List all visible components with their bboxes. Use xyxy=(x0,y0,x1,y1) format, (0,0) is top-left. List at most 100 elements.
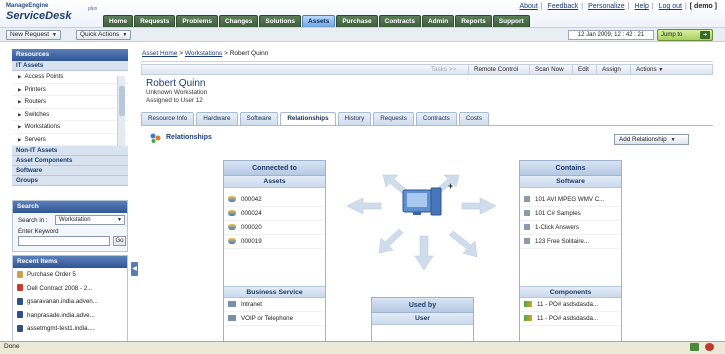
actions-dropdown[interactable]: Actions ▼ xyxy=(630,65,668,74)
sidebar-item-access-points[interactable]: ▶ Access Points xyxy=(12,71,128,84)
sidebar-item-printers[interactable]: ▶ Printers xyxy=(12,84,128,96)
add-relationship-button[interactable]: Add Relationship ▼ xyxy=(614,134,689,145)
quick-actions-label: Quick Actions xyxy=(80,31,120,38)
jump-arrow-icon: ➜ xyxy=(700,31,710,39)
list-item[interactable]: 101 C# Samples xyxy=(520,207,621,221)
resources-header: Resources xyxy=(12,49,128,61)
tab-contracts[interactable]: Contracts xyxy=(415,112,457,125)
nav-tab-support[interactable]: Support xyxy=(492,15,530,27)
user-header: User xyxy=(372,313,473,325)
nav-tab-home[interactable]: Home xyxy=(103,15,134,27)
triangle-right-icon: ▶ xyxy=(18,111,22,117)
service-icon xyxy=(228,315,236,322)
datetime-display: 12 Jan 2009, 12 : 42 : 21 xyxy=(568,30,654,40)
help-link[interactable]: Help xyxy=(634,3,648,10)
recent-item[interactable]: hanprasade.india.adve... xyxy=(13,309,127,323)
recent-item[interactable]: Purchase Order 5 xyxy=(13,268,127,282)
current-user: [ demo ] xyxy=(689,3,717,10)
tab-requests[interactable]: Requests xyxy=(373,112,414,125)
scrollbar-thumb[interactable] xyxy=(119,86,125,116)
sidebar-scrollbar[interactable] xyxy=(117,76,125,146)
feedback-link[interactable]: Feedback xyxy=(548,3,579,10)
nav-tab-admin[interactable]: Admin xyxy=(421,15,455,27)
logo-manageengine: ManageEngine xyxy=(6,3,49,9)
tab-hardware[interactable]: Hardware xyxy=(196,112,238,125)
sidebar-item-routers[interactable]: ▶ Routers xyxy=(12,96,128,109)
list-item[interactable]: 11 - PO# asdsdasda... xyxy=(520,312,621,326)
keyword-input[interactable] xyxy=(18,236,110,246)
non-it-assets-category[interactable]: Non-IT Assets xyxy=(12,146,128,156)
list-item[interactable]: 1-Click Answers xyxy=(520,221,621,235)
tab-resource-info[interactable]: Resource Info xyxy=(141,112,195,125)
tab-relationships[interactable]: Relationships xyxy=(280,112,336,126)
asset-components-category[interactable]: Asset Components xyxy=(12,156,128,166)
nav-tab-assets[interactable]: Assets xyxy=(302,15,336,27)
list-item[interactable]: 000042 xyxy=(224,193,325,207)
recent-item[interactable]: assetmgmt-test1.india.... xyxy=(13,322,127,336)
nav-tab-solutions[interactable]: Solutions xyxy=(259,15,302,27)
recent-item[interactable]: gsaravanan.india.adven... xyxy=(13,295,127,309)
chevron-down-icon: ▼ xyxy=(122,32,128,38)
assets-header: Assets xyxy=(224,176,325,188)
sidebar-item-switches[interactable]: ▶ Switches xyxy=(12,109,128,121)
list-item[interactable]: VOIP or Telephone xyxy=(224,312,325,326)
tab-software[interactable]: Software xyxy=(239,112,279,125)
nav-tab-requests[interactable]: Requests xyxy=(134,15,176,27)
arrow-down-icon xyxy=(414,235,434,271)
workstation-icon xyxy=(402,187,442,216)
plus-icon[interactable]: + xyxy=(448,181,453,191)
asset-icon xyxy=(228,238,236,245)
asset-icon xyxy=(228,196,236,203)
tab-costs[interactable]: Costs xyxy=(458,112,489,125)
nav-tab-changes[interactable]: Changes xyxy=(218,15,259,27)
recent-items-header: Recent Items xyxy=(13,256,127,268)
list-item[interactable]: 000020 xyxy=(224,221,325,235)
breadcrumb: Asset Home > Workstations > Robert Quinn xyxy=(142,50,269,57)
remote-control-button[interactable]: Remote Control xyxy=(468,65,523,74)
go-button[interactable]: Go xyxy=(113,236,126,246)
nav-tab-purchase[interactable]: Purchase xyxy=(336,15,378,27)
triangle-right-icon: ▶ xyxy=(18,74,22,79)
software-category[interactable]: Software xyxy=(12,166,128,176)
list-item[interactable]: 11 - PO# asdsdasda... xyxy=(520,298,621,312)
recent-item[interactable]: Dell Contract 2008 - 2... xyxy=(13,282,127,296)
about-link[interactable]: About xyxy=(519,3,537,10)
new-request-dropdown[interactable]: New Request ▼ xyxy=(6,30,61,40)
list-item[interactable]: 123 Free Solitaire... xyxy=(520,235,621,249)
browser-status-bar xyxy=(0,341,725,354)
recent-items-panel: Recent Items Purchase Order 5 Dell Contr… xyxy=(12,255,128,343)
sidebar-item-workstations[interactable]: ▶ Workstations xyxy=(12,121,128,134)
tasks-button[interactable]: Tasks >> xyxy=(426,65,461,74)
breadcrumb-asset-home[interactable]: Asset Home xyxy=(142,50,177,57)
assign-button[interactable]: Assign xyxy=(596,65,626,74)
edit-button[interactable]: Edit xyxy=(572,65,594,74)
used-by-box: Used by User xyxy=(371,297,474,344)
asset-assigned: Assigned to User 12 xyxy=(146,97,203,104)
sidebar-item-servers[interactable]: ▶ Servers xyxy=(12,134,128,146)
logout-link[interactable]: Log out xyxy=(659,3,682,10)
new-request-label: New Request xyxy=(10,31,50,38)
personalize-link[interactable]: Personalize xyxy=(588,3,625,10)
scan-now-button[interactable]: Scan Now xyxy=(529,65,569,74)
nav-tab-problems[interactable]: Problems xyxy=(176,15,218,27)
quick-actions-dropdown[interactable]: Quick Actions ▼ xyxy=(76,30,132,40)
tab-history[interactable]: History xyxy=(337,112,372,125)
list-item[interactable]: Intranet xyxy=(224,298,325,312)
nav-tab-contracts[interactable]: Contracts xyxy=(378,15,421,27)
asset-action-bar: Tasks >> Remote Control Scan Now Edit As… xyxy=(141,64,713,75)
breadcrumb-workstations[interactable]: Workstations xyxy=(185,50,222,57)
it-assets-category[interactable]: IT Assets xyxy=(12,61,128,71)
component-icon xyxy=(524,315,532,322)
list-item[interactable]: 000024 xyxy=(224,207,325,221)
groups-category[interactable]: Groups xyxy=(12,176,128,186)
service-icon xyxy=(228,301,236,308)
breadcrumb-current: Robert Quinn xyxy=(229,50,269,57)
jump-to-button[interactable]: Jump to ➜ xyxy=(657,29,713,41)
search-in-select[interactable]: Workstation ▼ xyxy=(55,215,125,225)
nav-tab-reports[interactable]: Reports xyxy=(455,15,492,27)
list-item[interactable]: 101 AVI MPEG WMV C... xyxy=(520,193,621,207)
collapse-sidebar-icon[interactable]: ◀ xyxy=(131,262,138,276)
security-icon xyxy=(690,343,699,351)
list-item[interactable]: 000019 xyxy=(224,235,325,249)
business-service-header: Business Service xyxy=(224,286,325,298)
